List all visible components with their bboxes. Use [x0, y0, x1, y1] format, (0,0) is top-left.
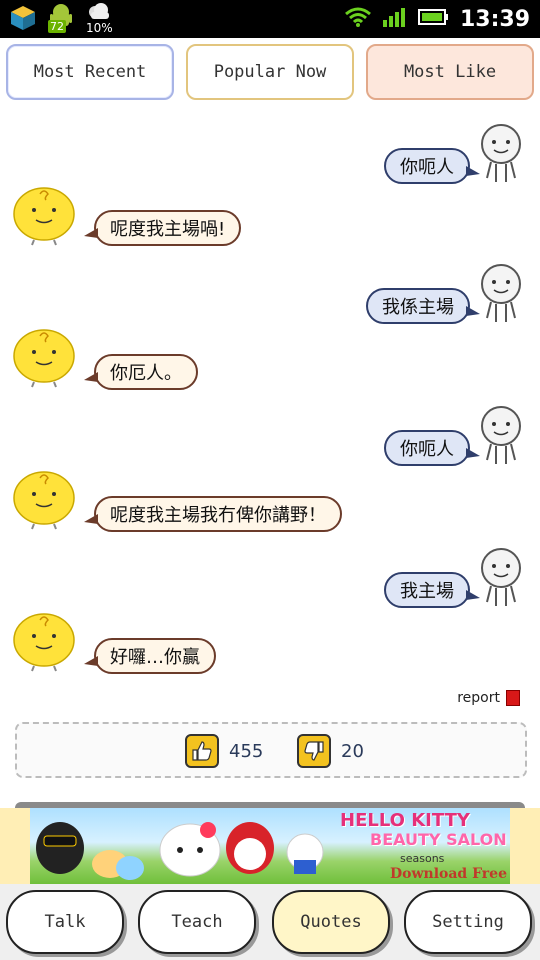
wifi-icon [344, 6, 372, 32]
dislike-button[interactable]: 20 [297, 734, 364, 768]
vote-panel: 455 20 [15, 722, 527, 778]
weather-percent: 10% [86, 21, 113, 35]
message-row: 你厄人。 [0, 324, 540, 394]
ad-seasons: seasons [400, 852, 445, 865]
message-row: 你呃人 [0, 402, 540, 472]
simsimi-message-bubble: 好囉…你贏 [84, 638, 216, 674]
ad-title: HELLO KITTY [340, 810, 470, 831]
cloud-icon [86, 2, 112, 22]
tab-most-recent[interactable]: Most Recent [6, 44, 174, 100]
ad-image[interactable]: HELLO KITTY BEAUTY SALON seasons Downloa… [30, 808, 510, 884]
status-bar: 72 10% 13:39 [0, 0, 540, 38]
user-avatar-icon [481, 406, 521, 464]
ad-subtitle: BEAUTY SALON [370, 830, 507, 849]
report-label: report [457, 690, 500, 706]
message-row: 呢度我主場我冇俾你講野！ [0, 466, 540, 536]
simsimi-message-bubble: 呢度我主場喎! [83, 210, 242, 246]
tab-most-like[interactable]: Most Like [366, 44, 534, 100]
simsimi-avatar-icon [13, 187, 75, 246]
simsimi-avatar-icon [13, 329, 75, 388]
user-message-bubble: 你呃人 [384, 148, 480, 184]
user-message-bubble: 我主場 [384, 572, 480, 608]
nav-talk-button[interactable]: Talk [6, 890, 124, 954]
user-avatar-icon [481, 264, 521, 322]
battery-icon [417, 8, 450, 30]
ad-side-right [510, 808, 540, 884]
nav-setting-button[interactable]: Setting [404, 890, 532, 954]
ad-side-left [0, 808, 30, 884]
message-row: 我係主場 [0, 260, 540, 330]
clock: 13:39 [459, 6, 530, 32]
user-message-bubble: 你呃人 [384, 430, 480, 466]
thumbs-down-icon [297, 734, 331, 768]
like-button[interactable]: 455 [185, 734, 263, 768]
conversation: 你呃人 呢度我主場喎! 我係主場 你厄人。 你呃人 呢度我主場我冇俾你講野！ 我… [0, 110, 540, 690]
like-count: 455 [229, 740, 264, 762]
android-icon: 72 [46, 3, 76, 33]
bottom-nav: Talk Teach Quotes Setting [0, 884, 540, 960]
ad-download-cta[interactable]: Download Free [390, 866, 507, 882]
thumbs-up-icon [185, 734, 219, 768]
flag-icon [506, 690, 520, 706]
ad-banner[interactable]: HELLO KITTY BEAUTY SALON seasons Downloa… [0, 808, 540, 884]
app-cube-icon [8, 3, 38, 33]
user-avatar-icon [481, 548, 521, 606]
report-button[interactable]: report [457, 690, 520, 706]
simsimi-avatar-icon [13, 613, 75, 672]
tab-popular-now[interactable]: Popular Now [186, 44, 354, 100]
message-row: 我主場 [0, 544, 540, 614]
message-row: 好囉…你贏 [0, 608, 540, 678]
message-row: 你呃人 [0, 120, 540, 190]
weather-indicator: 10% [86, 2, 113, 34]
quote-tabs: Most Recent Popular Now Most Like [0, 38, 540, 108]
user-message-bubble: 我係主場 [366, 288, 480, 324]
message-row: 呢度我主場喎! [0, 182, 540, 252]
simsimi-avatar-icon [13, 471, 75, 530]
signal-icon [382, 6, 408, 32]
simsimi-message-bubble: 呢度我主場我冇俾你講野！ [84, 496, 342, 532]
simsimi-message-bubble: 你厄人。 [84, 354, 198, 390]
hello-kitty-characters-icon [36, 822, 324, 880]
nav-teach-button[interactable]: Teach [138, 890, 256, 954]
dislike-count: 20 [341, 740, 364, 762]
battery-badge: 72 [48, 20, 66, 33]
user-avatar-icon [481, 124, 521, 182]
nav-quotes-button[interactable]: Quotes [272, 890, 390, 954]
